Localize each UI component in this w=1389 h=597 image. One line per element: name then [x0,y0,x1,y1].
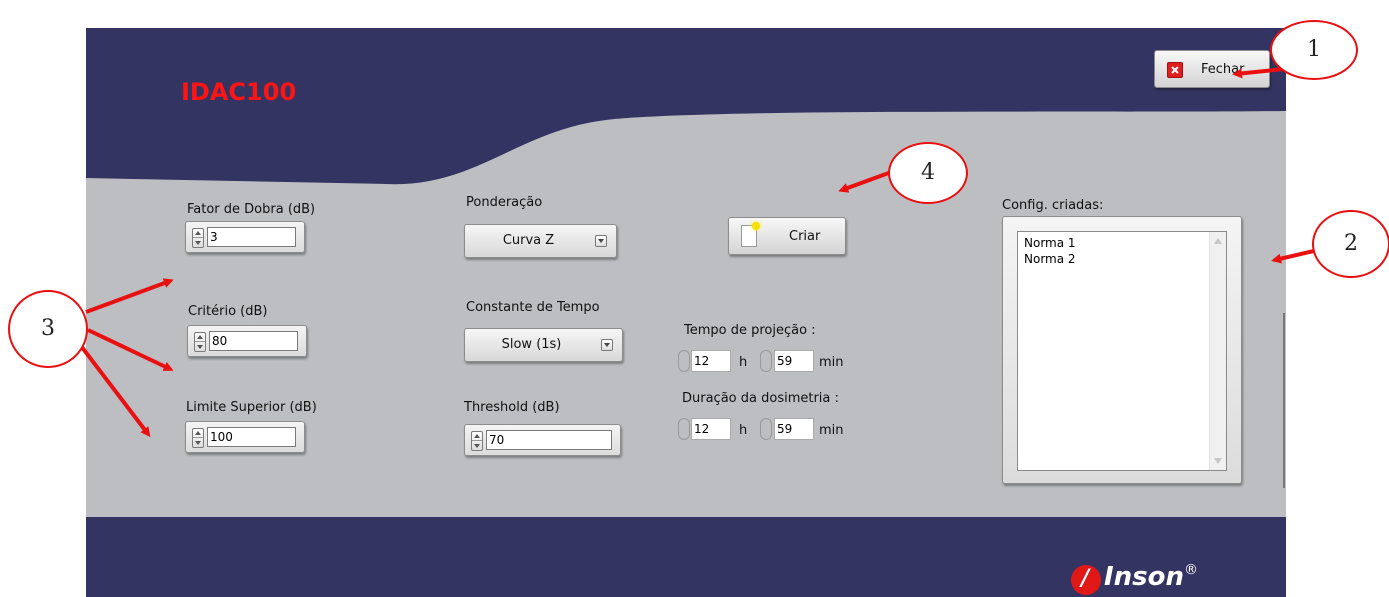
callout-4: 4 [888,142,968,204]
arrow-2 [1271,248,1319,264]
arrow-3c [76,340,151,438]
annotation-arrows [76,67,1319,438]
callout-2: 2 [1312,210,1389,278]
arrow-3b [87,328,174,371]
callout-3: 3 [8,290,88,368]
arrow-3a [85,278,174,314]
arrow-1 [1232,67,1285,79]
callout-1: 1 [1270,20,1358,80]
